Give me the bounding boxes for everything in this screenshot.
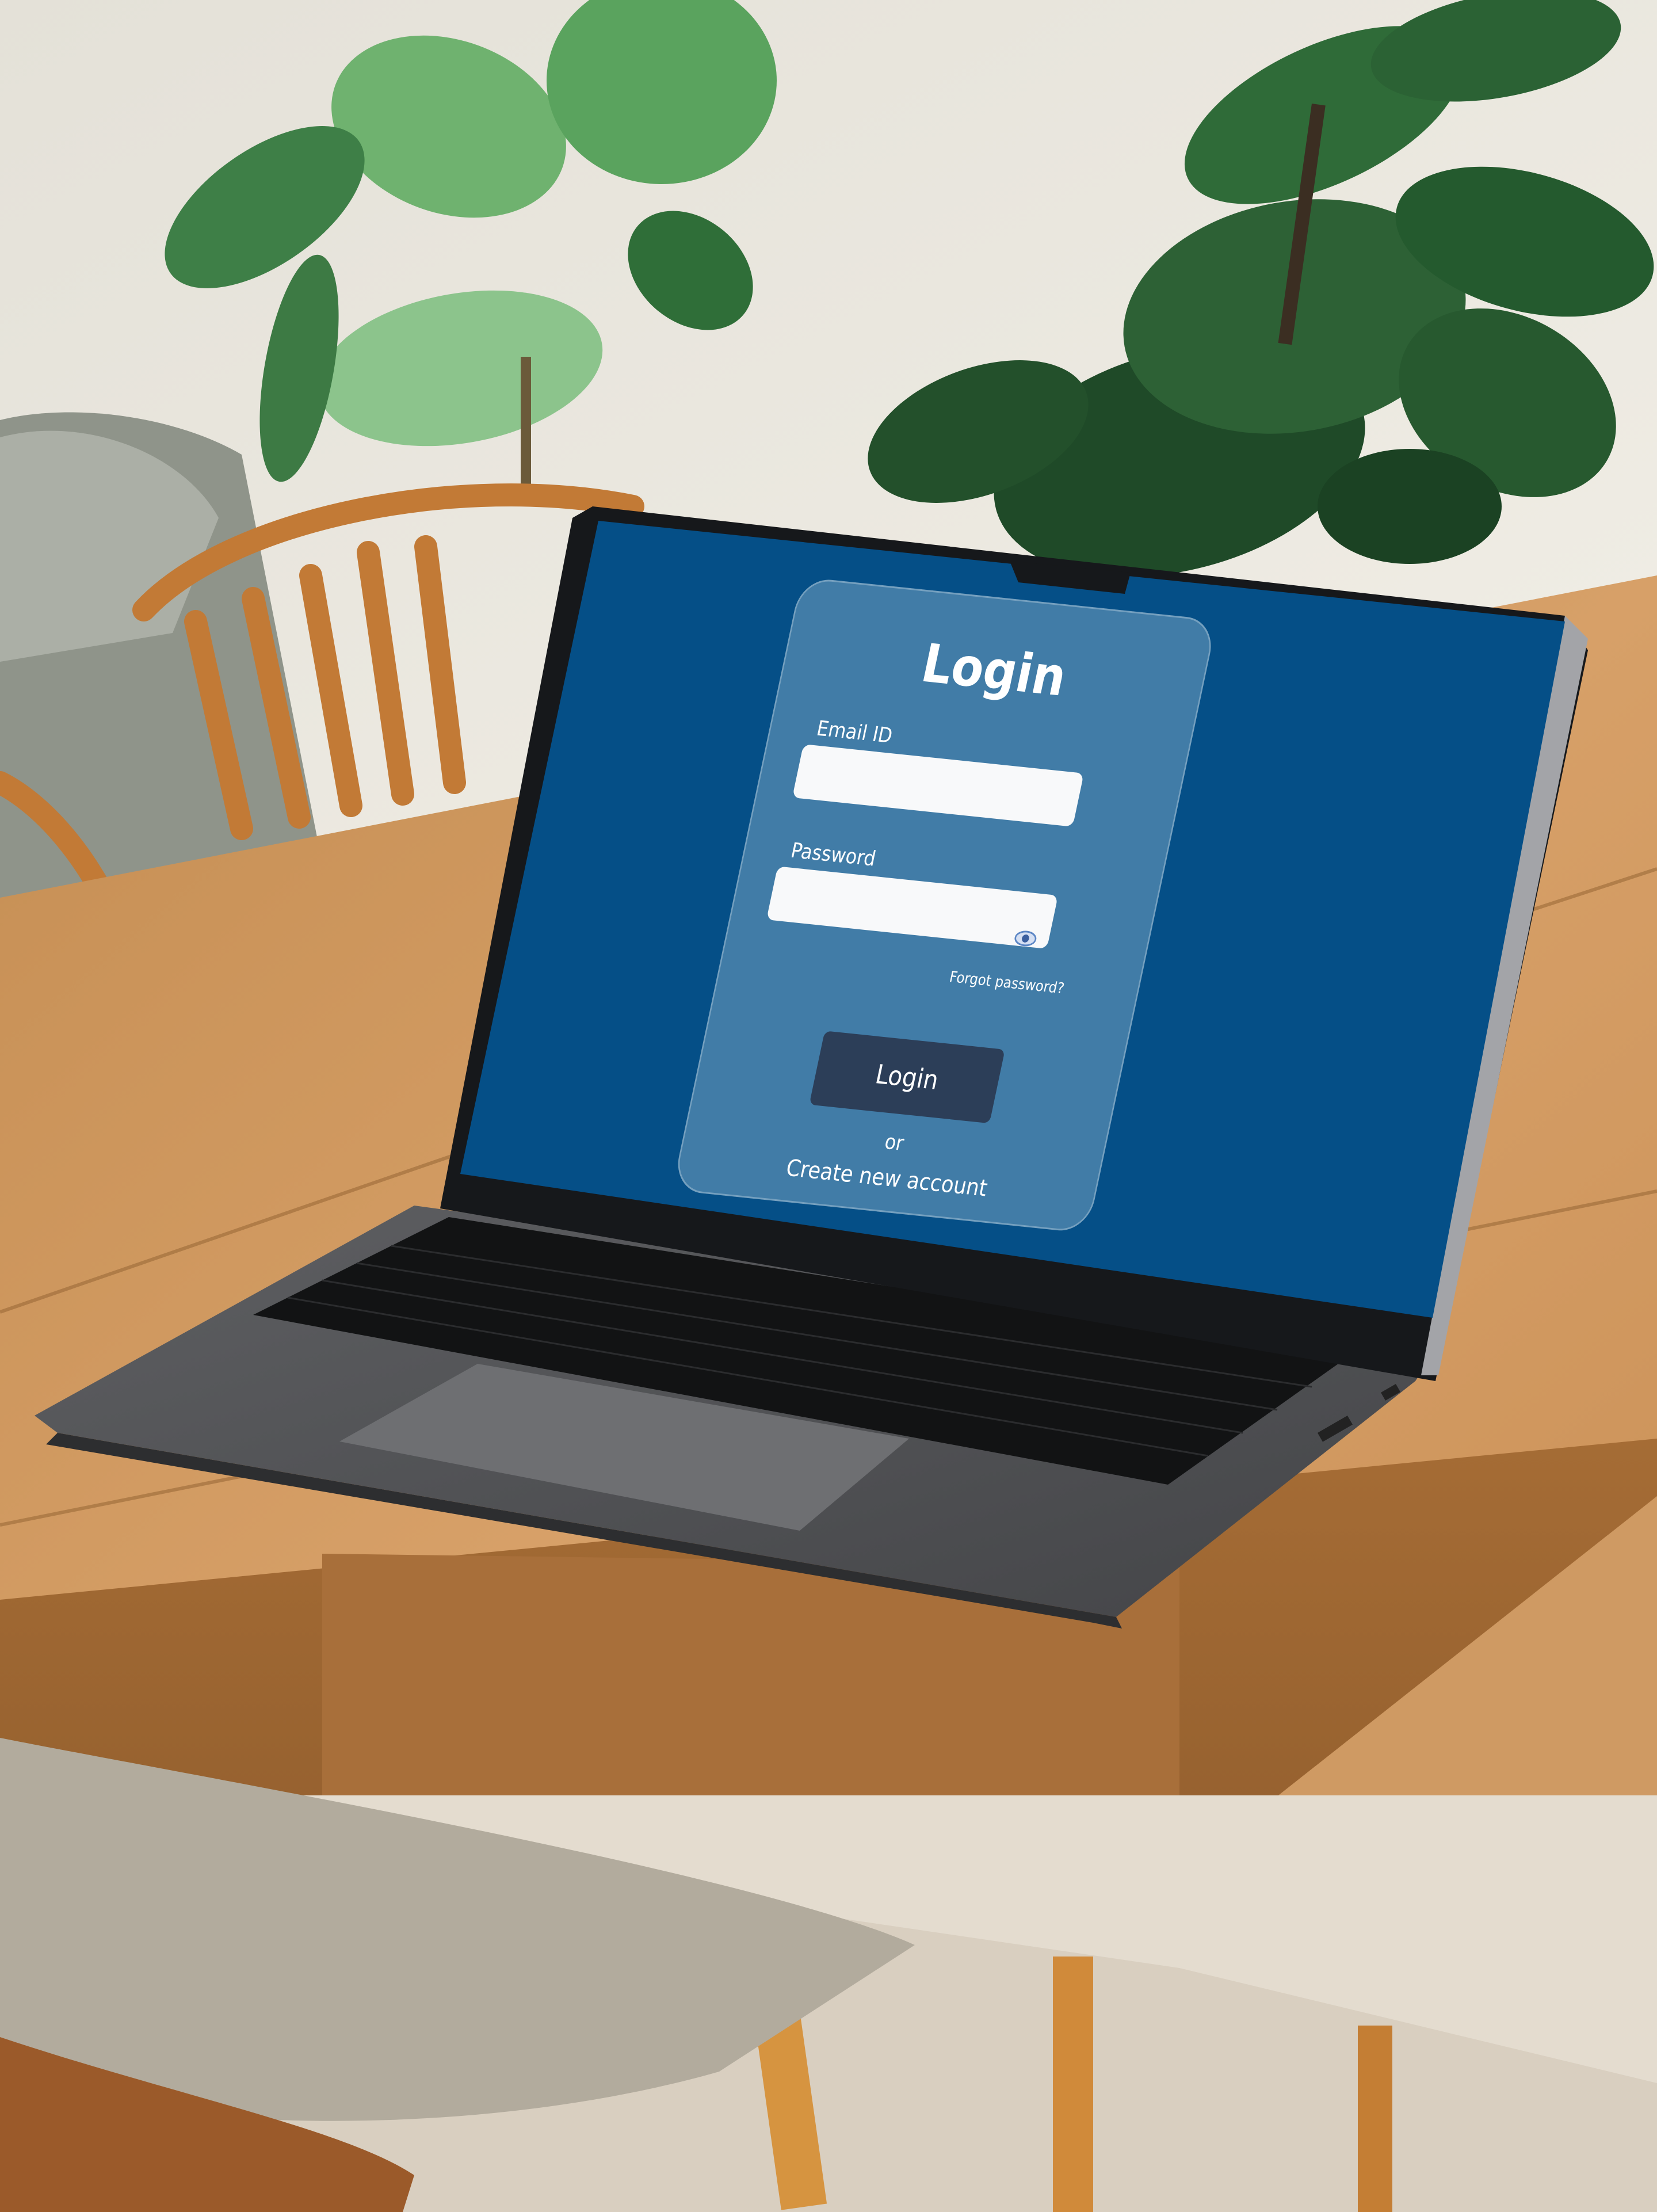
email-field[interactable] (792, 744, 1084, 827)
forgot-password-link[interactable]: Forgot password? (932, 967, 1066, 997)
login-card: Login Email ID Password Forgot password?… (671, 577, 1217, 1234)
login-screen: Login Email ID Password Forgot password?… (460, 521, 1565, 1275)
eye-icon[interactable] (1013, 929, 1039, 948)
login-button[interactable]: Login (809, 1031, 1005, 1124)
password-label: Password (788, 838, 878, 871)
table-leg (1053, 1957, 1093, 2212)
email-label: Email ID (814, 716, 895, 748)
login-title: Login (916, 632, 1072, 708)
